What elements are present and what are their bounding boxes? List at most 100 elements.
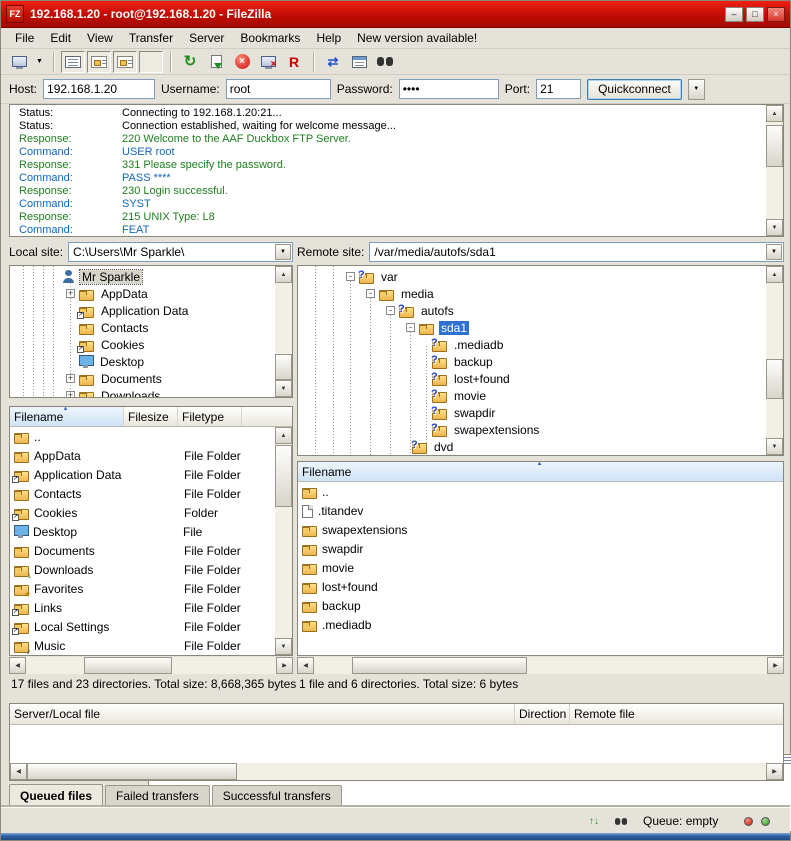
tree-item[interactable]: -?autofs [298, 302, 783, 319]
queue-hscrollbar[interactable]: ◀ ▶ [10, 763, 783, 780]
toggle-remote-tree-button[interactable] [113, 51, 137, 73]
scroll-thumb[interactable] [84, 657, 172, 674]
column-filetype[interactable]: Filetype [178, 407, 242, 426]
speed-limit-icon[interactable]: ↑↓ [589, 808, 599, 834]
scroll-left-button[interactable]: ◀ [10, 763, 27, 780]
scroll-up-button[interactable]: ▲ [275, 266, 292, 283]
file-row[interactable]: ContactsFile Folder [10, 484, 276, 503]
scroll-up-button[interactable]: ▲ [766, 266, 783, 283]
tree-item[interactable]: ?swapextensions [298, 421, 783, 438]
tab-queued-files[interactable]: Queued files [9, 784, 103, 806]
file-row[interactable]: swapextensions [298, 520, 783, 539]
tree-item[interactable]: Contacts [10, 319, 292, 336]
file-row[interactable]: ★FavoritesFile Folder [10, 579, 276, 598]
menu-new-version[interactable]: New version available! [349, 29, 485, 47]
scroll-thumb[interactable] [352, 657, 527, 674]
quickconnect-button[interactable]: Quickconnect [587, 79, 682, 100]
column-filesize[interactable]: Filesize [124, 407, 178, 426]
site-manager-dropdown[interactable]: ▼ [33, 51, 46, 73]
toggle-message-log-button[interactable] [61, 51, 85, 73]
menu-transfer[interactable]: Transfer [121, 29, 181, 47]
column-server-local-file[interactable]: Server/Local file [10, 704, 515, 724]
file-row[interactable]: backup [298, 596, 783, 615]
tree-item[interactable]: ?swapdir [298, 404, 783, 421]
tree-item[interactable]: -media [298, 285, 783, 302]
menu-file[interactable]: File [7, 29, 42, 47]
file-row[interactable]: .. [10, 427, 276, 446]
scroll-right-button[interactable]: ▶ [767, 657, 784, 674]
collapse-icon[interactable]: - [406, 323, 415, 332]
cancel-button[interactable]: × [230, 51, 254, 73]
close-button[interactable]: × [767, 7, 785, 22]
column-remote-file[interactable]: Remote file [570, 704, 783, 724]
expand-icon[interactable]: + [66, 391, 75, 398]
scroll-down-button[interactable]: ▼ [275, 638, 292, 655]
file-row[interactable]: ↓DownloadsFile Folder [10, 560, 276, 579]
filter-icon[interactable] [613, 808, 629, 834]
maximize-button[interactable]: □ [746, 7, 764, 22]
scroll-up-button[interactable]: ▲ [275, 427, 292, 444]
filter-button[interactable] [373, 51, 397, 73]
scroll-down-button[interactable]: ▼ [275, 380, 292, 397]
file-row[interactable]: ↗Application DataFile Folder [10, 465, 276, 484]
remote-site-combobox[interactable]: /var/media/autofs/sda1 ▼ [369, 242, 784, 262]
scroll-thumb[interactable] [766, 359, 783, 399]
collapse-icon[interactable]: - [386, 306, 395, 315]
file-row[interactable]: .. [298, 482, 783, 501]
synchronized-browsing-button[interactable]: ⇄ [321, 51, 345, 73]
scroll-thumb[interactable] [27, 763, 237, 780]
file-row[interactable]: AppDataFile Folder [10, 446, 276, 465]
collapse-icon[interactable]: - [366, 289, 375, 298]
tree-item[interactable]: +Downloads [10, 387, 292, 398]
scroll-thumb[interactable] [766, 125, 783, 167]
menu-bookmarks[interactable]: Bookmarks [232, 29, 308, 47]
reconnect-button[interactable]: R [282, 51, 306, 73]
log-scrollbar[interactable]: ▲ ▼ [766, 105, 783, 236]
column-direction[interactable]: Direction [515, 704, 570, 724]
scroll-left-button[interactable]: ◀ [297, 657, 314, 674]
scroll-down-button[interactable]: ▼ [766, 219, 783, 236]
tree-item[interactable]: +Documents [10, 370, 292, 387]
password-input[interactable] [399, 79, 499, 99]
file-row[interactable]: .mediadb [298, 615, 783, 634]
combo-dropdown-icon[interactable]: ▼ [275, 244, 291, 260]
tree-item[interactable]: ?backup [298, 353, 783, 370]
local-site-combobox[interactable]: C:\Users\Mr Sparkle\ ▼ [68, 242, 293, 262]
tree-item[interactable]: Mr Sparkle [10, 268, 292, 285]
remote-tree-scrollbar[interactable]: ▲ ▼ [766, 266, 783, 455]
file-row[interactable]: ↗LinksFile Folder [10, 598, 276, 617]
site-manager-button[interactable] [7, 51, 31, 73]
expand-icon[interactable]: + [66, 374, 75, 383]
menu-help[interactable]: Help [308, 29, 349, 47]
remote-list-hscrollbar[interactable]: ◀ ▶ [297, 657, 784, 674]
username-input[interactable] [226, 79, 331, 99]
file-row[interactable]: lost+found [298, 577, 783, 596]
scroll-up-button[interactable]: ▲ [766, 105, 783, 122]
tree-item[interactable]: ?lost+found [298, 370, 783, 387]
process-queue-button[interactable] [204, 51, 228, 73]
local-list-scrollbar[interactable]: ▲ ▼ [275, 427, 292, 655]
scroll-left-button[interactable]: ◀ [9, 657, 26, 674]
file-row[interactable]: movie [298, 558, 783, 577]
scroll-right-button[interactable]: ▶ [766, 763, 783, 780]
scroll-thumb[interactable] [275, 354, 292, 380]
tab-successful-transfers[interactable]: Successful transfers [212, 785, 342, 806]
tab-failed-transfers[interactable]: Failed transfers [105, 785, 210, 806]
menu-view[interactable]: View [79, 29, 121, 47]
scroll-down-button[interactable]: ▼ [766, 438, 783, 455]
tree-item[interactable]: ?dvd [298, 438, 783, 455]
tree-item[interactable]: ?movie [298, 387, 783, 404]
file-row[interactable]: ↗CookiesFolder [10, 503, 276, 522]
host-input[interactable] [43, 79, 155, 99]
menu-edit[interactable]: Edit [42, 29, 79, 47]
file-row[interactable]: swapdir [298, 539, 783, 558]
tree-item[interactable]: ↗Cookies [10, 336, 292, 353]
directory-comparison-button[interactable] [347, 51, 371, 73]
file-row[interactable]: DesktopFile [10, 522, 276, 541]
expand-icon[interactable]: + [66, 289, 75, 298]
tree-item[interactable]: ↗Application Data [10, 302, 292, 319]
tree-item[interactable]: Desktop [10, 353, 292, 370]
tree-item-selected[interactable]: -sda1 [298, 319, 783, 336]
local-list-hscrollbar[interactable]: ◀ ▶ [9, 657, 293, 674]
collapse-icon[interactable]: - [346, 272, 355, 281]
